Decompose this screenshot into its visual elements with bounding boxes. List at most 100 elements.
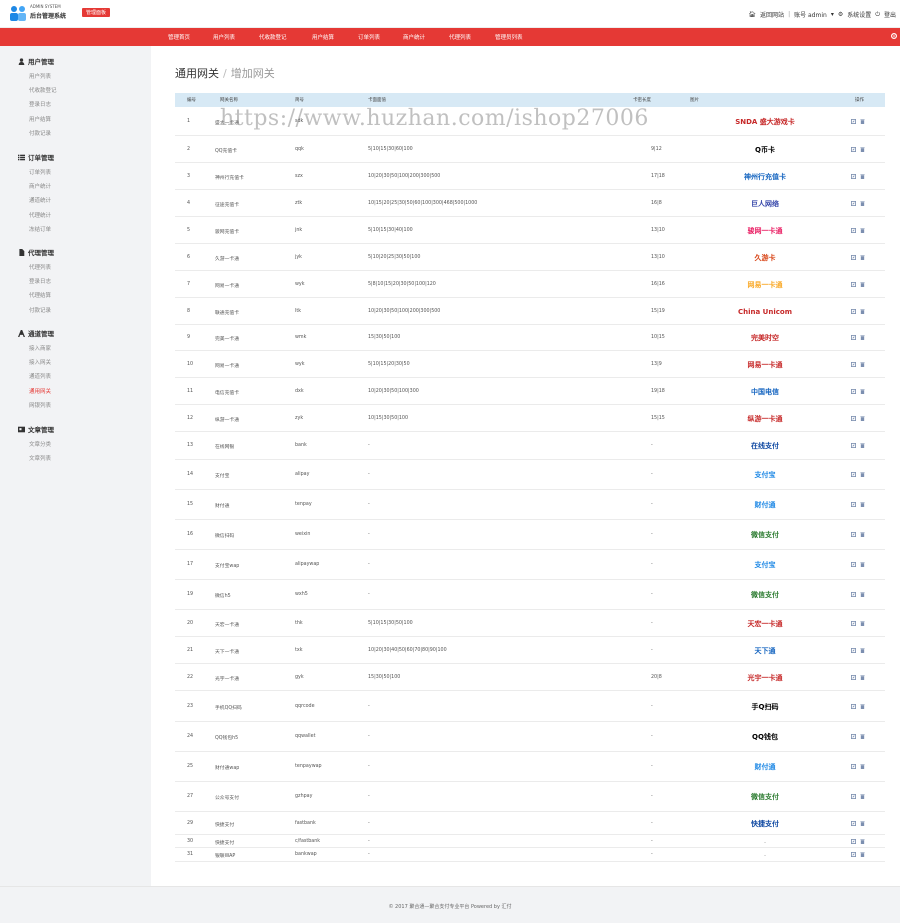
edit-icon[interactable] bbox=[851, 416, 856, 421]
trash-icon[interactable] bbox=[860, 648, 865, 653]
trash-icon[interactable] bbox=[860, 675, 865, 680]
sidebar-group-1[interactable]: 订单管理 bbox=[18, 152, 54, 162]
edit-icon[interactable] bbox=[851, 675, 856, 680]
edit-icon[interactable] bbox=[851, 648, 856, 653]
nav-item-settlement[interactable]: 用户结算 bbox=[312, 33, 334, 41]
edit-icon[interactable] bbox=[851, 472, 856, 477]
edit-icon[interactable] bbox=[851, 794, 856, 799]
nav-item-orders[interactable]: 订单列表 bbox=[358, 33, 380, 41]
trash-icon[interactable] bbox=[860, 201, 865, 206]
sidebar-item[interactable]: 付款记录 bbox=[29, 306, 51, 314]
edit-icon[interactable] bbox=[851, 502, 856, 507]
cell-code: bank bbox=[295, 443, 307, 448]
sidebar-item[interactable]: 用户列表 bbox=[29, 72, 51, 80]
edit-icon[interactable] bbox=[851, 621, 856, 626]
trash-icon[interactable] bbox=[860, 335, 865, 340]
nav-item-home[interactable]: 管理首页 bbox=[168, 33, 190, 41]
trash-icon[interactable] bbox=[860, 147, 865, 152]
trash-icon[interactable] bbox=[860, 255, 865, 260]
sidebar-item[interactable]: 文章分类 bbox=[29, 440, 51, 448]
trash-icon[interactable] bbox=[860, 502, 865, 507]
cell-id: 12 bbox=[187, 416, 194, 421]
sidebar-item[interactable]: 接入网关 bbox=[29, 358, 51, 366]
nav-item-users[interactable]: 用户列表 bbox=[213, 33, 235, 41]
sidebar-item[interactable]: 登录日志 bbox=[29, 277, 51, 285]
edit-icon[interactable] bbox=[851, 335, 856, 340]
trash-icon[interactable] bbox=[860, 821, 865, 826]
edit-icon[interactable] bbox=[851, 309, 856, 314]
gear-icon[interactable] bbox=[890, 32, 898, 40]
trash-icon[interactable] bbox=[860, 119, 865, 124]
edit-icon[interactable] bbox=[851, 443, 856, 448]
edit-icon[interactable] bbox=[851, 255, 856, 260]
trash-icon[interactable] bbox=[860, 734, 865, 739]
trash-icon[interactable] bbox=[860, 794, 865, 799]
sidebar-item[interactable]: 用户结算 bbox=[29, 115, 51, 123]
sidebar-group-3[interactable]: 通道管理 bbox=[18, 328, 54, 338]
logout-link[interactable]: 登出 bbox=[884, 10, 896, 19]
sidebar-item[interactable]: 登录日志 bbox=[29, 100, 51, 108]
account-dropdown[interactable]: 账号 admin bbox=[794, 10, 827, 19]
trash-icon[interactable] bbox=[860, 839, 865, 844]
sidebar-item[interactable]: 代理列表 bbox=[29, 263, 51, 271]
trash-icon[interactable] bbox=[860, 852, 865, 857]
edit-icon[interactable] bbox=[851, 532, 856, 537]
sidebar-item[interactable]: 付款记录 bbox=[29, 129, 51, 137]
sidebar-item[interactable]: 网银列表 bbox=[29, 401, 51, 409]
sidebar-item[interactable]: 代理统计 bbox=[29, 211, 51, 219]
cell-values: - bbox=[368, 764, 370, 769]
trash-icon[interactable] bbox=[860, 282, 865, 287]
edit-icon[interactable] bbox=[851, 734, 856, 739]
edit-icon[interactable] bbox=[851, 389, 856, 394]
sidebar-item[interactable]: 接入商家 bbox=[29, 344, 51, 352]
nav-item-collection[interactable]: 代收款登记 bbox=[259, 33, 287, 41]
edit-icon[interactable] bbox=[851, 562, 856, 567]
sidebar-item[interactable]: 冻结订单 bbox=[29, 225, 51, 233]
edit-icon[interactable] bbox=[851, 362, 856, 367]
edit-icon[interactable] bbox=[851, 174, 856, 179]
sidebar-item[interactable]: 文章列表 bbox=[29, 454, 51, 462]
trash-icon[interactable] bbox=[860, 532, 865, 537]
edit-icon[interactable] bbox=[851, 821, 856, 826]
trash-icon[interactable] bbox=[860, 764, 865, 769]
sidebar-item[interactable]: 通用网关 bbox=[29, 387, 51, 395]
edit-icon[interactable] bbox=[851, 852, 856, 857]
cell-name: 光宇一卡通 bbox=[215, 677, 239, 682]
trash-icon[interactable] bbox=[860, 174, 865, 179]
sidebar-group-0[interactable]: 用户管理 bbox=[18, 56, 54, 66]
sidebar-item[interactable]: 订单列表 bbox=[29, 168, 51, 176]
trash-icon[interactable] bbox=[860, 562, 865, 567]
trash-icon[interactable] bbox=[860, 362, 865, 367]
home-link[interactable]: 返回网站 bbox=[760, 10, 784, 19]
trash-icon[interactable] bbox=[860, 621, 865, 626]
edit-icon[interactable] bbox=[851, 592, 856, 597]
sidebar-item[interactable]: 商户统计 bbox=[29, 182, 51, 190]
edit-icon[interactable] bbox=[851, 764, 856, 769]
edit-icon[interactable] bbox=[851, 282, 856, 287]
sidebar-item[interactable]: 通道统计 bbox=[29, 196, 51, 204]
breadcrumb-root[interactable]: 通用网关 bbox=[175, 67, 219, 80]
trash-icon[interactable] bbox=[860, 592, 865, 597]
sidebar-group-2[interactable]: 代理管理 bbox=[18, 247, 54, 257]
edit-icon[interactable] bbox=[851, 228, 856, 233]
trash-icon[interactable] bbox=[860, 472, 865, 477]
nav-item-merchant-stats[interactable]: 商户统计 bbox=[403, 33, 425, 41]
settings-link[interactable]: 系统设置 bbox=[847, 10, 871, 19]
trash-icon[interactable] bbox=[860, 389, 865, 394]
trash-icon[interactable] bbox=[860, 443, 865, 448]
edit-icon[interactable] bbox=[851, 839, 856, 844]
sidebar-item[interactable]: 通道列表 bbox=[29, 372, 51, 380]
sidebar-group-4[interactable]: 文章管理 bbox=[18, 424, 54, 434]
edit-icon[interactable] bbox=[851, 119, 856, 124]
trash-icon[interactable] bbox=[860, 704, 865, 709]
edit-icon[interactable] bbox=[851, 201, 856, 206]
edit-icon[interactable] bbox=[851, 147, 856, 152]
trash-icon[interactable] bbox=[860, 228, 865, 233]
sidebar-item[interactable]: 代理结算 bbox=[29, 291, 51, 299]
edit-icon[interactable] bbox=[851, 704, 856, 709]
nav-item-agents[interactable]: 代理列表 bbox=[449, 33, 471, 41]
trash-icon[interactable] bbox=[860, 416, 865, 421]
nav-item-admins[interactable]: 管理员列表 bbox=[495, 33, 523, 41]
trash-icon[interactable] bbox=[860, 309, 865, 314]
sidebar-item[interactable]: 代收款登记 bbox=[29, 86, 57, 94]
